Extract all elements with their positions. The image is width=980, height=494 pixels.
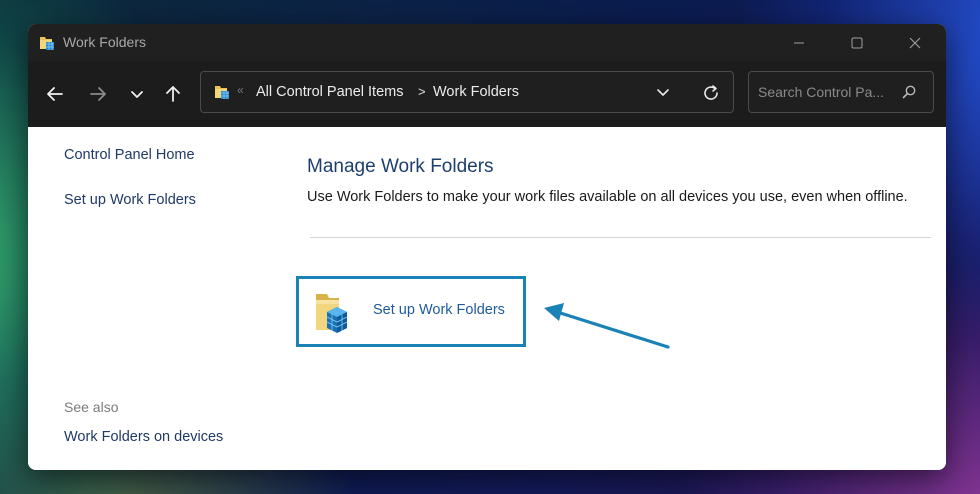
sidebar-link-control-panel-home[interactable]: Control Panel Home <box>64 147 195 163</box>
back-arrow-icon <box>47 87 63 101</box>
sidebar-link-work-folders-on-devices[interactable]: Work Folders on devices <box>64 429 223 445</box>
set-up-work-folders-task[interactable]: Set up Work Folders <box>296 276 526 347</box>
maximize-icon <box>851 37 863 48</box>
minimize-button[interactable] <box>776 24 822 61</box>
search-box[interactable] <box>748 71 934 113</box>
up-button[interactable] <box>158 79 188 109</box>
content-area: Control Panel Home Set up Work Folders S… <box>28 127 946 470</box>
maximize-button[interactable] <box>834 24 880 61</box>
annotation-arrow-icon <box>544 303 670 349</box>
sidebar-link-set-up-work-folders[interactable]: Set up Work Folders <box>64 192 196 208</box>
divider <box>310 237 931 238</box>
work-folders-icon <box>316 294 348 333</box>
address-bar[interactable]: « All Control Panel Items > Work Folders <box>200 71 734 113</box>
breadcrumb-work-folders[interactable]: Work Folders <box>433 84 519 100</box>
navigation-bar: « All Control Panel Items > Work Folders <box>28 61 946 127</box>
see-also-label: See also <box>64 399 119 415</box>
chevron-down-icon <box>131 91 143 98</box>
chevron-down-icon[interactable] <box>654 83 672 101</box>
work-folders-icon <box>215 86 229 99</box>
title-bar[interactable]: Work Folders <box>28 24 946 61</box>
page-title: Manage Work Folders <box>307 156 494 177</box>
close-button[interactable] <box>892 24 938 61</box>
breadcrumb-separator[interactable]: > <box>418 84 426 99</box>
close-icon <box>909 37 921 48</box>
forward-button[interactable] <box>83 79 113 109</box>
breadcrumb-all-control-panel-items[interactable]: All Control Panel Items <box>256 84 403 100</box>
work-folders-window: Work Folders « All Control Panel Items >… <box>28 24 946 470</box>
up-arrow-icon <box>166 86 180 102</box>
breadcrumb-overflow[interactable]: « <box>237 83 244 97</box>
work-folders-icon <box>40 37 54 50</box>
back-button[interactable] <box>40 79 70 109</box>
task-label[interactable]: Set up Work Folders <box>373 302 505 318</box>
window-title: Work Folders <box>63 34 146 50</box>
search-input[interactable] <box>749 72 899 112</box>
search-icon[interactable] <box>901 84 917 100</box>
refresh-icon[interactable] <box>701 83 721 103</box>
forward-arrow-icon <box>90 87 106 101</box>
page-description: Use Work Folders to make your work files… <box>307 189 908 205</box>
minimize-icon <box>794 42 804 43</box>
recent-locations-button[interactable] <box>122 79 152 109</box>
